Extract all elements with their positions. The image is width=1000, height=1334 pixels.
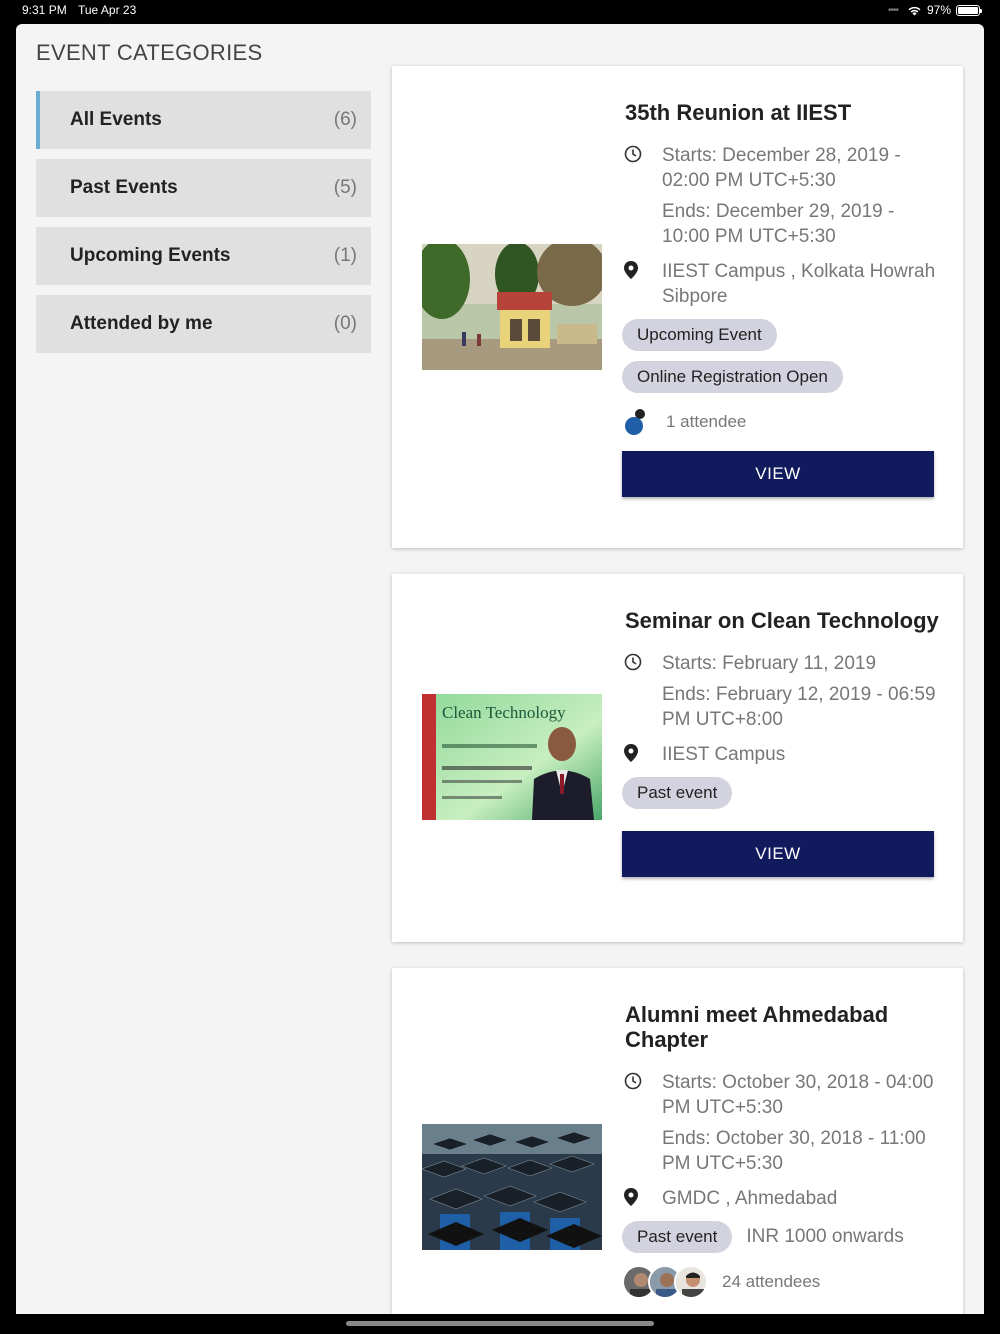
event-tags: Upcoming Event Online Registration Open	[622, 319, 942, 393]
event-location-row: IIEST Campus	[622, 742, 942, 767]
event-start: Starts: December 28, 2019 - 02:00 PM UTC…	[662, 145, 901, 191]
event-end: Ends: December 29, 2019 - 10:00 PM UTC+5…	[662, 201, 895, 247]
image-text: Clean Technology	[442, 703, 566, 722]
event-end-row: Ends: December 29, 2019 - 10:00 PM UTC+5…	[622, 199, 942, 249]
tag-past-event: Past event	[622, 1221, 733, 1253]
clock-icon	[622, 143, 662, 163]
event-info: Seminar on Clean Technology Starts: Febr…	[622, 608, 942, 877]
attendee-avatar-icon	[625, 409, 645, 435]
clock-icon	[622, 651, 662, 671]
category-count: (5)	[333, 177, 357, 198]
event-start-row: Starts: February 11, 2019	[622, 651, 942, 676]
event-info: 35th Reunion at IIEST Starts: December 2…	[622, 100, 942, 497]
event-end: Ends: February 12, 2019 - 06:59 PM UTC+8…	[662, 684, 936, 730]
status-time: 9:31 PM	[22, 3, 67, 17]
category-count: (0)	[333, 313, 357, 334]
event-tags: Past event INR 1000 onwards	[622, 1221, 942, 1253]
status-right: •••• 97%	[887, 3, 982, 17]
event-location-row: IIEST Campus , Kolkata Howrah Sibpore	[622, 259, 942, 309]
category-label: Attended by me	[70, 313, 213, 334]
avatar	[674, 1265, 708, 1299]
event-attendees[interactable]: 24 attendees	[622, 1265, 942, 1299]
event-image-campus-gate[interactable]	[422, 244, 602, 370]
category-count: (6)	[333, 109, 357, 130]
view-button[interactable]: VIEW	[622, 831, 934, 877]
event-image-clean-technology[interactable]: Clean Technology	[422, 694, 602, 820]
category-label: Past Events	[70, 177, 178, 198]
view-button[interactable]: VIEW	[622, 451, 934, 497]
event-card: Clean Technology Seminar on Clean Techno…	[392, 574, 963, 942]
event-location: GMDC , Ahmedabad	[662, 1188, 838, 1209]
event-start: Starts: February 11, 2019	[662, 653, 877, 674]
status-date: Tue Apr 23	[78, 3, 137, 17]
event-location-row: GMDC , Ahmedabad	[622, 1186, 942, 1211]
event-location: IIEST Campus , Kolkata Howrah Sibpore	[662, 261, 936, 307]
home-indicator[interactable]	[346, 1321, 654, 1326]
category-label: All Events	[70, 109, 162, 130]
event-title[interactable]: Alumni meet Ahmedabad Chapter	[625, 1002, 942, 1052]
wifi-icon	[908, 6, 921, 15]
category-count: (1)	[333, 245, 357, 266]
battery-percent: 97%	[926, 3, 951, 17]
tag-past-event: Past event	[622, 777, 733, 809]
event-info: Alumni meet Ahmedabad Chapter Starts: Oc…	[622, 1002, 942, 1299]
event-end-row: Ends: February 12, 2019 - 06:59 PM UTC+8…	[622, 682, 942, 732]
event-tags: Past event	[622, 777, 942, 809]
tag-upcoming-event: Upcoming Event	[622, 319, 777, 351]
battery-icon	[956, 4, 982, 16]
category-past-events[interactable]: Past Events (5)	[36, 159, 371, 217]
attendee-count: 1 attendee	[666, 412, 747, 431]
location-pin-icon	[622, 742, 662, 762]
event-end: Ends: October 30, 2018 - 11:00 PM UTC+5:…	[662, 1128, 926, 1174]
clock-icon	[622, 1070, 662, 1090]
category-all-events[interactable]: All Events (6)	[36, 91, 371, 149]
event-price: INR 1000 onwards	[746, 1226, 904, 1247]
category-upcoming-events[interactable]: Upcoming Events (1)	[36, 227, 371, 285]
event-title[interactable]: 35th Reunion at IIEST	[625, 100, 942, 125]
category-label: Upcoming Events	[70, 245, 231, 266]
tag-online-registration-open: Online Registration Open	[622, 361, 843, 393]
signal-icon: ••••	[887, 4, 899, 16]
event-title[interactable]: Seminar on Clean Technology	[625, 608, 942, 633]
attendee-count: 24 attendees	[722, 1272, 821, 1291]
event-location: IIEST Campus	[662, 744, 786, 765]
sidebar-title: EVENT CATEGORIES	[36, 40, 263, 65]
attendee-avatars	[622, 1265, 708, 1299]
event-start-row: Starts: October 30, 2018 - 04:00 PM UTC+…	[622, 1070, 942, 1120]
location-pin-icon	[622, 1186, 662, 1206]
event-start: Starts: October 30, 2018 - 04:00 PM UTC+…	[662, 1072, 934, 1118]
event-card: 35th Reunion at IIEST Starts: December 2…	[392, 66, 963, 548]
event-end-row: Ends: October 30, 2018 - 11:00 PM UTC+5:…	[622, 1126, 942, 1176]
location-pin-icon	[622, 259, 662, 279]
app-screen: EVENT CATEGORIES All Events (6) Past Eve…	[16, 24, 984, 1314]
event-image-graduation-caps[interactable]	[422, 1124, 602, 1250]
category-attended-by-me[interactable]: Attended by me (0)	[36, 295, 371, 353]
event-card: Alumni meet Ahmedabad Chapter Starts: Oc…	[392, 968, 963, 1314]
status-bar: 9:31 PM Tue Apr 23 •••• 97%	[0, 0, 1000, 24]
event-attendees[interactable]: 1 attendee	[622, 407, 942, 437]
event-start-row: Starts: December 28, 2019 - 02:00 PM UTC…	[622, 143, 942, 193]
